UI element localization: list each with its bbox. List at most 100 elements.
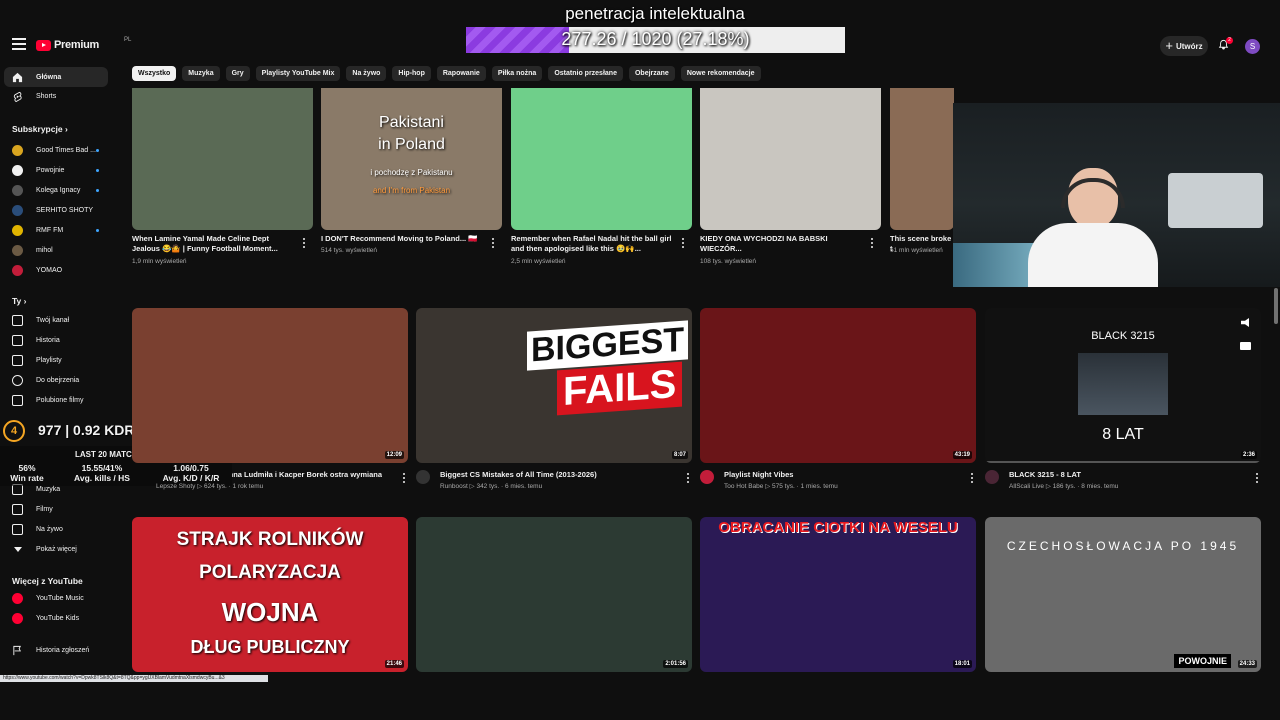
video-thumbnail[interactable]: OBRACANIE CIOTKI NA WESELU 18:01	[700, 517, 976, 672]
video-title[interactable]: When Lamine Yamal Made Celine Dept Jealo…	[132, 234, 297, 254]
sidebar-item-label: Polubione filmy	[36, 396, 84, 404]
sidebar-item-more[interactable]: YouTube Music	[4, 588, 108, 608]
channel-watermark: POWOJNIE	[1174, 654, 1231, 668]
filter-chip[interactable]: Ostatnio przesłane	[548, 66, 623, 81]
video-thumbnail[interactable]	[511, 88, 692, 230]
video-duration: 2:36	[1240, 451, 1257, 459]
video-duration: 12:09	[384, 451, 404, 459]
filter-chip[interactable]: Muzyka	[182, 66, 220, 81]
goal-progress-text: 277.26 / 1020 (27.18%)	[561, 29, 750, 49]
subscriptions-heading[interactable]: Subskrypcje ›	[12, 124, 68, 134]
video-title[interactable]: Blad ogromna Ludmiła i Kacper Borek ostr…	[232, 470, 382, 480]
video-thumbnail[interactable]: 43:19	[700, 308, 976, 463]
filter-chip[interactable]: Hip-hop	[392, 66, 431, 81]
youtube-logo[interactable]: Premium PL	[36, 37, 131, 51]
filter-chip[interactable]: Playlisty YouTube Mix	[255, 66, 341, 81]
more-options-icon[interactable]	[970, 472, 974, 484]
channel-avatar[interactable]	[700, 470, 714, 484]
video-meta: Too Hot Babe ▷ 575 tys. · 1 mies. temu	[724, 483, 838, 490]
sidebar-item-label: YOMAO	[36, 266, 63, 274]
video-thumbnail[interactable]	[700, 88, 881, 230]
goal-progress-bar: 277.26 / 1020 (27.18%)	[466, 27, 845, 53]
views-age: 342 tys. · 6 mies. temu	[476, 483, 543, 490]
sidebar-item-report-history[interactable]: Historia zgłoszeń	[4, 640, 108, 660]
video-thumbnail[interactable]	[132, 88, 313, 230]
youtube-music-icon	[12, 592, 23, 604]
sidebar-item-label: Playlisty	[36, 356, 62, 364]
more-options-icon[interactable]	[681, 237, 685, 249]
video-thumbnail[interactable]: BLACK 3215 8 LAT 2:36	[985, 308, 1261, 463]
sidebar-item-you[interactable]: Polubione filmy	[4, 390, 108, 410]
more-options-icon[interactable]	[870, 237, 874, 249]
captions-icon[interactable]	[1240, 342, 1251, 350]
sidebar-item-you[interactable]: Twój kanał	[4, 310, 108, 330]
sidebar-item-you[interactable]: Do obejrzenia	[4, 370, 108, 390]
thumbnail-caption: BLACK 3215	[1091, 330, 1155, 342]
sidebar-item-explore[interactable]: Pokaż więcej	[4, 539, 108, 559]
video-title[interactable]: Remember when Rafael Nadal hit the ball …	[511, 234, 676, 254]
video-thumbnail[interactable]: 12:09	[132, 308, 408, 463]
account-avatar[interactable]: S	[1245, 39, 1260, 54]
sidebar-item-subscription[interactable]: Good Times Bad ...	[4, 140, 108, 160]
channel-avatar	[12, 144, 23, 156]
video-thumbnail[interactable]: Pakistani in Poland i pochodzę z Pakistanu…	[321, 88, 502, 230]
filter-chip[interactable]: Rapowanie	[436, 66, 486, 81]
filter-chip[interactable]: Wszystko	[132, 66, 177, 81]
new-content-dot	[96, 188, 99, 192]
sidebar-item-explore[interactable]: Na żywo	[4, 519, 108, 539]
video-thumbnail[interactable]: STRAJK ROLNIKÓW POLARYZACJA WOJNA DŁUG PUBL…	[132, 517, 408, 672]
video-title[interactable]: Biggest CS Mistakes of All Time (2013-20…	[440, 470, 670, 480]
sidebar-item-subscription[interactable]: Powojnie	[4, 160, 108, 180]
bottom-letterbox	[0, 682, 1280, 720]
filter-chip[interactable]: Nowe rekomendacje	[680, 66, 761, 81]
you-heading[interactable]: Ty ›	[12, 296, 27, 306]
mute-icon[interactable]	[1241, 318, 1249, 327]
channel-avatar[interactable]	[416, 470, 430, 484]
video-title[interactable]: BLACK 3215 - 8 LAT	[1009, 470, 1239, 480]
video-title[interactable]: KIEDY ONA WYCHODZI NA BABSKI WIECZÓR...	[700, 234, 865, 254]
sidebar-item-subscription[interactable]: SERHITO SHOTY	[4, 200, 108, 220]
notification-badge: 2	[1226, 37, 1233, 44]
more-from-youtube-heading: Więcej z YouTube	[12, 576, 83, 586]
video-thumbnail[interactable]: CZECHOSŁOWACJA PO 1945 POWOJNIE 24:33	[985, 517, 1261, 672]
create-button[interactable]: + Utwórz	[1160, 36, 1208, 56]
youtube-kids-icon	[12, 612, 23, 624]
filter-chip[interactable]: Gry	[225, 66, 250, 81]
video-thumbnail[interactable]	[890, 88, 954, 230]
win-rate-value: 56%	[18, 463, 36, 473]
sidebar-item-explore[interactable]: Filmy	[4, 499, 108, 519]
sidebar-item-home[interactable]: Główna	[4, 67, 108, 87]
filter-chips: Wszystko Muzyka Gry Playlisty YouTube Mix Na…	[132, 66, 761, 81]
sidebar-item-you[interactable]: Historia	[4, 330, 108, 350]
sidebar-item-subscription[interactable]: Kolega Ignacy	[4, 180, 108, 200]
video-title[interactable]: Playlist Night Vibes	[724, 470, 954, 480]
more-options-icon[interactable]	[686, 472, 690, 484]
chevron-right-icon: ›	[23, 296, 27, 306]
channel-avatar[interactable]	[985, 470, 999, 484]
more-options-icon[interactable]	[491, 237, 495, 249]
sidebar-item-more[interactable]: YouTube Kids	[4, 608, 108, 628]
sidebar-item-you[interactable]: Playlisty	[4, 350, 108, 370]
home-icon	[12, 72, 23, 82]
filter-chip[interactable]: Obejrzane	[628, 66, 675, 81]
sidebar-item-shorts[interactable]: Shorts	[4, 86, 108, 106]
filter-chip[interactable]: Piłka nożna	[491, 66, 543, 81]
thumbnail-caption: STRAJK ROLNIKÓW	[176, 529, 364, 550]
more-options-icon[interactable]	[1255, 472, 1259, 484]
sidebar-item-subscription[interactable]: YOMAO	[4, 260, 108, 280]
sidebar-item-subscription[interactable]: mihol	[4, 240, 108, 260]
sidebar-item-subscription[interactable]: RMF FM	[4, 220, 108, 240]
video-duration: 18:01	[952, 660, 972, 668]
filter-chip[interactable]: Na żywo	[346, 66, 387, 81]
thumbnail-caption: i pochodzę z Pakistanu	[370, 168, 453, 177]
channel-avatar	[12, 204, 23, 216]
more-options-icon[interactable]	[302, 237, 306, 249]
video-thumbnail[interactable]: 2:01:56	[416, 517, 692, 672]
video-thumbnail[interactable]: BIGGEST FAILS 8:07	[416, 308, 692, 463]
youtube-play-icon	[36, 39, 51, 51]
live-icon	[12, 523, 23, 535]
menu-icon[interactable]	[12, 38, 26, 50]
channel-name: AllScali Live	[1009, 483, 1045, 490]
more-options-icon[interactable]	[402, 472, 406, 484]
scrollbar[interactable]	[1274, 288, 1278, 324]
